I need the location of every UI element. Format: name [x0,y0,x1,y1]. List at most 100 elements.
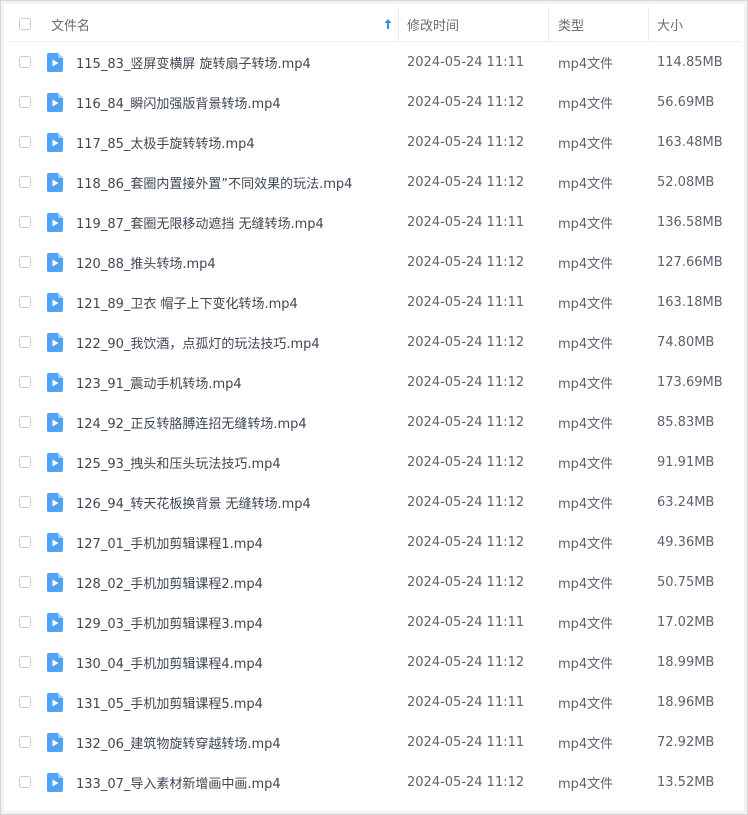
row-checkbox[interactable] [19,776,31,788]
row-select-cell [9,202,41,242]
row-checkbox[interactable] [19,96,31,108]
file-type: mp4文件 [558,736,614,752]
file-name-cell[interactable]: 118_86_套圈内置接外置”不同效果的玩法.mp4 [41,162,399,202]
row-checkbox[interactable] [19,336,31,348]
video-file-icon [47,252,63,272]
table-row[interactable]: 130_04_手机加剪辑课程4.mp4 2024-05-24 11:12 mp4文件… [9,642,741,682]
table-row[interactable]: 127_01_手机加剪辑课程1.mp4 2024-05-24 11:12 mp4文件… [9,522,741,562]
table-row[interactable]: 116_84_瞬闪加强版背景转场.mp4 2024-05-24 11:12 mp4文… [9,82,741,122]
file-name: 120_88_推头转场.mp4 [76,256,216,272]
file-name-cell[interactable]: 125_93_拽头和压头玩法技巧.mp4 [41,442,399,482]
header-type[interactable]: 类型 [549,7,649,41]
row-checkbox[interactable] [19,456,31,468]
file-type: mp4文件 [558,496,614,512]
modified-time: 2024-05-24 11:12 [407,414,525,430]
file-type: mp4文件 [558,256,614,272]
row-checkbox[interactable] [19,496,31,508]
modified-time: 2024-05-24 11:11 [407,734,525,750]
table-row[interactable]: 124_92_正反转胳膊连招无缝转场.mp4 2024-05-24 11:12 mp… [9,402,741,442]
row-select-cell [9,482,41,522]
table-row[interactable]: 123_91_震动手机转场.mp4 2024-05-24 11:12 mp4文件 17… [9,362,741,402]
modified-time: 2024-05-24 11:12 [407,774,525,790]
row-checkbox[interactable] [19,256,31,268]
file-name-cell[interactable]: 124_92_正反转胳膊连招无缝转场.mp4 [41,402,399,442]
file-name: 127_01_手机加剪辑课程1.mp4 [76,536,263,552]
file-type: mp4文件 [558,176,614,192]
header-size-label: 大小 [657,18,684,34]
file-name-cell[interactable]: 121_89_卫衣 帽子上下变化转场.mp4 [41,282,399,322]
row-select-cell [9,402,41,442]
file-name-cell[interactable]: 131_05_手机加剪辑课程5.mp4 [41,682,399,722]
table-row[interactable]: 119_87_套圈无限移动遮挡 无缝转场.mp4 2024-05-24 11:11… [9,202,741,242]
file-name-cell[interactable]: 129_03_手机加剪辑课程3.mp4 [41,602,399,642]
select-all-checkbox[interactable] [19,18,31,30]
file-size: 49.36MB [657,534,715,550]
table-row[interactable]: 118_86_套圈内置接外置”不同效果的玩法.mp4 2024-05-24 11:… [9,162,741,202]
table-row[interactable]: 132_06_建筑物旋转穿越转场.mp4 2024-05-24 11:11 mp4文… [9,722,741,762]
file-name-cell[interactable]: 130_04_手机加剪辑课程4.mp4 [41,642,399,682]
file-name-cell[interactable]: 115_83_竖屏变横屏 旋转扇子转场.mp4 [41,42,399,82]
row-select-cell [9,722,41,762]
file-type: mp4文件 [558,576,614,592]
video-file-icon [47,452,63,472]
row-checkbox[interactable] [19,376,31,388]
table-row[interactable]: 133_07_导入素材新增画中画.mp4 2024-05-24 11:12 mp4文… [9,762,741,802]
file-name-cell[interactable]: 116_84_瞬闪加强版背景转场.mp4 [41,82,399,122]
row-checkbox[interactable] [19,616,31,628]
file-name-cell[interactable]: 133_07_导入素材新增画中画.mp4 [41,762,399,802]
file-name: 130_04_手机加剪辑课程4.mp4 [76,656,263,672]
file-name-cell[interactable]: 122_90_我饮酒，点孤灯的玩法技巧.mp4 [41,322,399,362]
header-modified-time[interactable]: 修改时间 [399,7,549,41]
file-name-cell[interactable]: 128_02_手机加剪辑课程2.mp4 [41,562,399,602]
table-row[interactable]: 120_88_推头转场.mp4 2024-05-24 11:12 mp4文件 127.… [9,242,741,282]
file-type: mp4文件 [558,296,614,312]
row-checkbox[interactable] [19,136,31,148]
file-name: 121_89_卫衣 帽子上下变化转场.mp4 [76,296,298,312]
file-type: mp4文件 [558,376,614,392]
row-select-cell [9,82,41,122]
row-checkbox[interactable] [19,176,31,188]
row-select-cell [9,682,41,722]
row-checkbox[interactable] [19,536,31,548]
file-name-cell[interactable]: 123_91_震动手机转场.mp4 [41,362,399,402]
file-size: 91.91MB [657,454,715,470]
row-checkbox[interactable] [19,696,31,708]
row-checkbox[interactable] [19,296,31,308]
video-file-icon [47,492,63,512]
file-name: 124_92_正反转胳膊连招无缝转场.mp4 [76,416,307,432]
table-row[interactable]: 117_85_太极手旋转转场.mp4 2024-05-24 11:12 mp4文件 1… [9,122,741,162]
row-checkbox[interactable] [19,576,31,588]
file-size: 63.24MB [657,494,715,510]
table-row[interactable]: 125_93_拽头和压头玩法技巧.mp4 2024-05-24 11:12 mp4文… [9,442,741,482]
row-select-cell [9,122,41,162]
row-checkbox[interactable] [19,56,31,68]
file-name-cell[interactable]: 132_06_建筑物旋转穿越转场.mp4 [41,722,399,762]
table-row[interactable]: 115_83_竖屏变横屏 旋转扇子转场.mp4 2024-05-24 11:11 m… [9,42,741,82]
file-size: 136.58MB [657,214,723,230]
row-checkbox[interactable] [19,736,31,748]
table-row[interactable]: 122_90_我饮酒，点孤灯的玩法技巧.mp4 2024-05-24 11:12 m… [9,322,741,362]
file-name-cell[interactable]: 119_87_套圈无限移动遮挡 无缝转场.mp4 [41,202,399,242]
table-row[interactable]: 131_05_手机加剪辑课程5.mp4 2024-05-24 11:11 mp4文件… [9,682,741,722]
row-checkbox[interactable] [19,416,31,428]
modified-time: 2024-05-24 11:12 [407,134,525,150]
file-name-cell[interactable]: 127_01_手机加剪辑课程1.mp4 [41,522,399,562]
table-row[interactable]: 121_89_卫衣 帽子上下变化转场.mp4 2024-05-24 11:11 mp… [9,282,741,322]
header-name[interactable]: 文件名 [41,7,399,41]
header-name-label: 文件名 [51,18,91,34]
video-file-icon [47,412,63,432]
row-select-cell [9,322,41,362]
file-name-cell[interactable]: 120_88_推头转场.mp4 [41,242,399,282]
table-row[interactable]: 129_03_手机加剪辑课程3.mp4 2024-05-24 11:11 mp4文件… [9,602,741,642]
file-name-cell[interactable]: 126_94_转天花板换背景 无缝转场.mp4 [41,482,399,522]
sort-ascending-icon[interactable] [383,18,393,30]
modified-time: 2024-05-24 11:12 [407,574,525,590]
table-row[interactable]: 126_94_转天花板换背景 无缝转场.mp4 2024-05-24 11:12 m… [9,482,741,522]
video-file-icon [47,372,63,392]
row-checkbox[interactable] [19,216,31,228]
header-size[interactable]: 大小 [649,7,741,41]
file-name-cell[interactable]: 117_85_太极手旋转转场.mp4 [41,122,399,162]
row-checkbox[interactable] [19,656,31,668]
table-row[interactable]: 128_02_手机加剪辑课程2.mp4 2024-05-24 11:12 mp4文件… [9,562,741,602]
file-list-table: 文件名 修改时间 类型 大小 115_83_竖屏变横屏 旋转扇子转场.mp4 20… [9,7,741,802]
